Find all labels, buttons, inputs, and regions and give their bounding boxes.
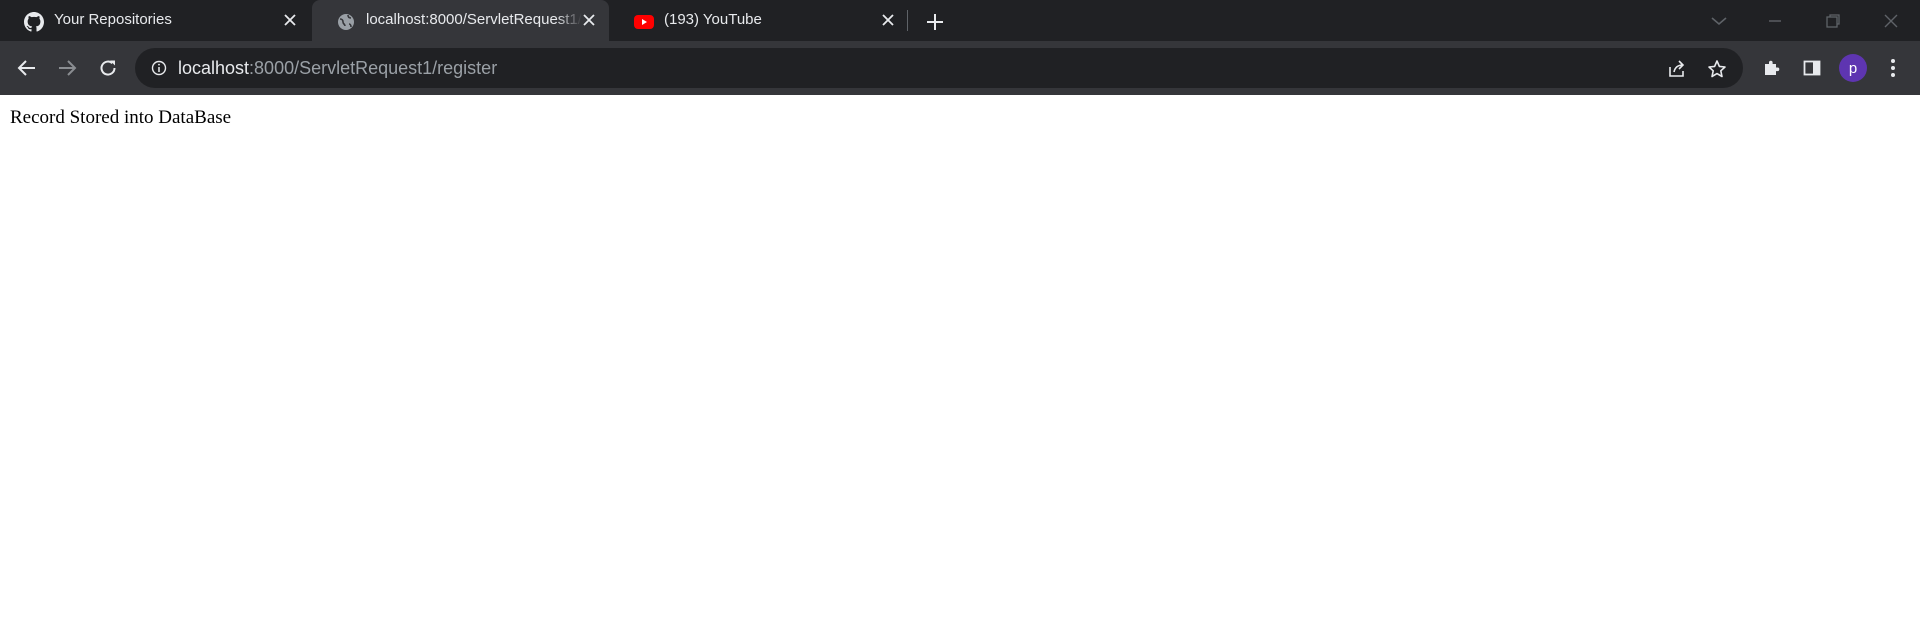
address-bar[interactable]: localhost:8000/ServletRequest1/register (135, 48, 1743, 88)
forward-arrow-icon[interactable] (53, 54, 81, 82)
tab-youtube[interactable]: (193) YouTube (610, 0, 908, 41)
minimize-icon[interactable] (1762, 8, 1788, 34)
more-menu-icon[interactable] (1879, 54, 1907, 82)
new-tab-plus-icon[interactable] (922, 9, 948, 35)
close-icon[interactable] (878, 10, 898, 30)
site-info-icon[interactable] (149, 58, 169, 78)
github-icon (24, 12, 44, 32)
tab-title: Your Repositories (54, 11, 172, 28)
restore-icon[interactable] (1820, 8, 1846, 34)
tab-title: (193) YouTube (664, 11, 762, 28)
youtube-icon (634, 12, 654, 32)
window-close-icon[interactable] (1878, 8, 1904, 34)
avatar-letter: p (1848, 59, 1858, 77)
close-icon[interactable] (579, 10, 599, 30)
globe-icon (336, 12, 356, 32)
tab-your-repositories[interactable]: Your Repositories (0, 0, 310, 41)
page-content: Record Stored into DataBase (0, 95, 1920, 621)
tab-search-chevron-icon[interactable] (1706, 8, 1732, 34)
url-host: localhost (178, 58, 250, 78)
share-icon[interactable] (1665, 57, 1689, 81)
close-icon[interactable] (280, 10, 300, 30)
side-panel-icon[interactable] (1798, 54, 1826, 82)
status-message: Record Stored into DataBase (10, 107, 232, 128)
profile-avatar[interactable]: p (1839, 54, 1867, 82)
extensions-puzzle-icon[interactable] (1758, 54, 1786, 82)
back-arrow-icon[interactable] (13, 54, 41, 82)
tab-title: localhost:8000/ServletRequest1/r (366, 11, 582, 28)
url-text[interactable]: localhost:8000/ServletRequest1/register (178, 58, 497, 79)
tab-separator (907, 10, 908, 31)
tab-strip: Your Repositories localhost:8000/Servlet… (0, 0, 1920, 41)
url-path: :8000/ServletRequest1/register (249, 58, 498, 78)
tab-localhost[interactable]: localhost:8000/ServletRequest1/r (312, 0, 609, 41)
bookmark-star-icon[interactable] (1705, 57, 1729, 81)
reload-icon[interactable] (94, 54, 122, 82)
browser-toolbar: localhost:8000/ServletRequest1/register … (0, 41, 1920, 95)
